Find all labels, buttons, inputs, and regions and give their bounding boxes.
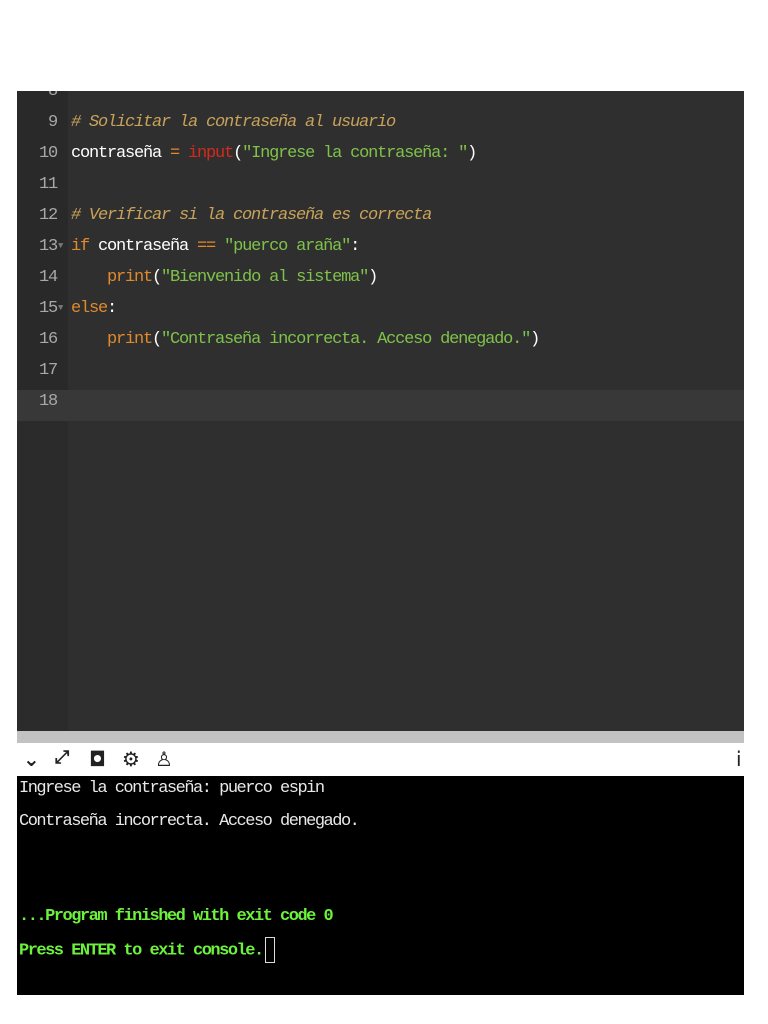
code-line[interactable]: 17 (17, 355, 744, 386)
code-token: = (161, 144, 189, 163)
line-number: 17 (38, 361, 58, 380)
code-token: "Ingrese la contraseña: " (242, 144, 468, 163)
line-number: 8 (47, 91, 58, 101)
console-toolbar: ⌄ ⤢ ◘ ⚙ ♙ i (17, 743, 768, 776)
toolbar-right-text: i (736, 747, 742, 771)
code-line[interactable]: 8 (17, 91, 744, 107)
code-token: print (107, 268, 153, 287)
code-text: # Verificar si la contraseña es correcta (71, 200, 432, 231)
code-editor[interactable]: 8 9 # Solicitar la contraseña al usuario 10… (17, 91, 744, 731)
code-token: ) (530, 330, 540, 349)
line-number: 9 (47, 113, 58, 132)
line-number: 10 (38, 144, 58, 163)
code-line[interactable]: 18 (17, 386, 744, 417)
line-number: 18 (38, 392, 58, 411)
expand-icon[interactable]: ⤢ (55, 747, 69, 768)
code-token: # Solicitar la contraseña al usuario (71, 113, 396, 132)
code-token: print (107, 330, 153, 349)
code-text: print("Contraseña incorrecta. Acceso den… (71, 324, 540, 355)
code-line[interactable]: 15 ▼ else: (17, 293, 744, 324)
code-token: ( (152, 268, 162, 287)
console-exit-message: ...Program finished with exit code 0 (19, 907, 334, 926)
code-token: input (188, 144, 234, 163)
line-number: 15 (38, 299, 58, 318)
code-token: ( (233, 144, 243, 163)
code-text: contraseña = input("Ingrese la contraseñ… (71, 138, 477, 169)
code-token: "Bienvenido al sistema" (161, 268, 369, 287)
chevron-down-icon[interactable]: ⌄ (23, 747, 40, 771)
code-token: contraseña (71, 144, 162, 163)
code-line[interactable]: 9 # Solicitar la contraseña al usuario (17, 107, 744, 138)
stop-icon[interactable]: ◘ (89, 747, 106, 771)
fold-arrow-icon[interactable]: ▼ (58, 293, 63, 324)
code-token: ) (368, 268, 378, 287)
gear-icon[interactable]: ⚙ (122, 747, 140, 771)
output-console[interactable]: Ingrese la contraseña: puerco espin Cont… (17, 776, 744, 995)
code-token: ) (467, 144, 477, 163)
code-line[interactable]: 13 ▼ if contraseña == "puerco araña": (17, 231, 744, 262)
code-text: if contraseña == "puerco araña": (71, 231, 360, 262)
console-line: Contraseña incorrecta. Acceso denegado. (19, 812, 360, 831)
text-cursor (264, 937, 275, 963)
panel-splitter[interactable] (17, 731, 744, 743)
code-token: == (188, 237, 225, 256)
fold-arrow-icon[interactable]: ▼ (58, 231, 63, 262)
line-number: 11 (38, 175, 58, 194)
console-prompt: Press ENTER to exit console. (19, 937, 275, 963)
code-line[interactable]: 16 print("Contraseña incorrecta. Acceso … (17, 324, 744, 355)
code-text: else: (71, 293, 117, 324)
code-token: ( (152, 330, 162, 349)
code-text: # Solicitar la contraseña al usuario (71, 107, 396, 138)
code-line[interactable]: 10 contraseña = input("Ingrese la contras… (17, 138, 744, 169)
code-token: "Contraseña incorrecta. Acceso denegado.… (161, 330, 531, 349)
code-token: else (71, 299, 108, 318)
code-token: : (350, 237, 360, 256)
code-token: : (107, 299, 117, 318)
code-token: if (71, 237, 90, 256)
line-number: 12 (38, 206, 58, 225)
code-token: "puerco araña" (224, 237, 351, 256)
code-line[interactable]: 14 print("Bienvenido al sistema") (17, 262, 744, 293)
clean-icon[interactable]: ♙ (155, 747, 173, 771)
line-gutter-empty (17, 421, 68, 731)
code-line[interactable]: 11 (17, 169, 744, 200)
code-text: print("Bienvenido al sistema") (71, 262, 378, 293)
code-line[interactable]: 12 # Verificar si la contraseña es correc… (17, 200, 744, 231)
line-number: 14 (38, 268, 58, 287)
console-line: Ingrese la contraseña: puerco espin (19, 779, 325, 798)
code-token: contraseña (89, 237, 189, 256)
console-prompt-text: Press ENTER to exit console. (19, 941, 264, 961)
line-number: 16 (38, 330, 58, 349)
code-token: # Verificar si la contraseña es correcta (71, 206, 432, 225)
line-number: 13 (38, 237, 58, 256)
